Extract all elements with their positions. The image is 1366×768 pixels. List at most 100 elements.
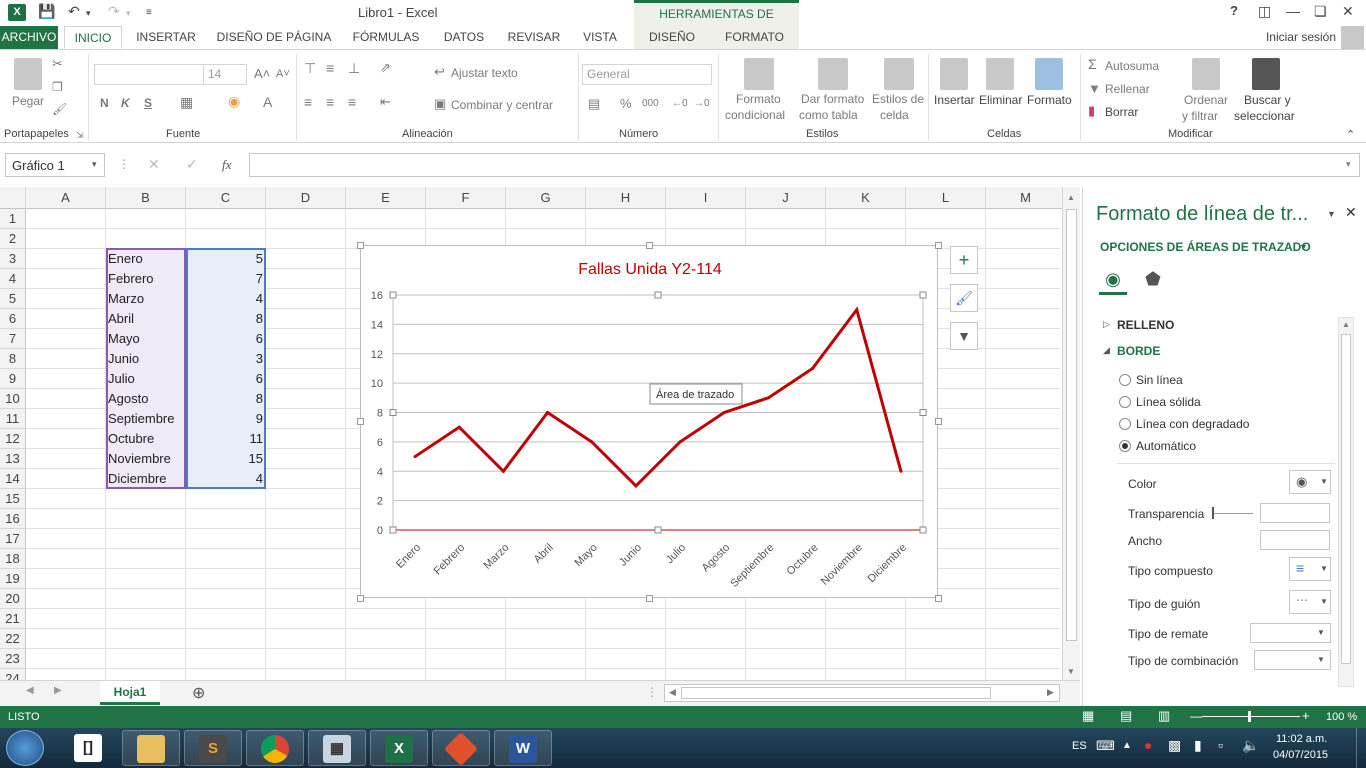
restore-button[interactable]: ❏ (1314, 3, 1327, 20)
resize-handle[interactable] (357, 418, 364, 425)
decrease-decimal-icon[interactable]: →0 (694, 98, 710, 109)
name-box[interactable]: Gráfico 1 (5, 153, 105, 177)
cell-month[interactable]: Septiembre (108, 409, 174, 429)
grow-font-icon[interactable]: A˄ (254, 66, 270, 81)
radio-gradient-line[interactable] (1119, 418, 1131, 430)
row-header-18[interactable]: 18 (0, 549, 26, 569)
cap-type-dropdown[interactable]: ▼ (1250, 623, 1331, 643)
format-as-table-icon[interactable] (818, 58, 848, 90)
column-header-a[interactable]: A (26, 187, 106, 209)
row-header-2[interactable]: 2 (0, 229, 26, 249)
sort-filter-icon[interactable] (1192, 58, 1220, 90)
copy-icon[interactable]: ❐ (52, 80, 63, 94)
effects-tab-pentagon-icon[interactable]: ⬟ (1139, 269, 1167, 295)
scroll-thumb[interactable] (1341, 334, 1351, 664)
cut-icon[interactable]: ✂ (52, 56, 63, 72)
taskbar-app-terminal[interactable]: [] (60, 730, 118, 766)
minimize-button[interactable]: — (1286, 3, 1300, 19)
resize-handle[interactable] (646, 595, 653, 602)
page-layout-view-icon[interactable]: ▤ (1120, 708, 1132, 724)
taskbar-app-sublime[interactable]: S (184, 730, 242, 766)
page-break-view-icon[interactable]: ▥ (1158, 708, 1170, 724)
conditional-format-icon[interactable] (744, 58, 774, 90)
cell-month[interactable]: Mayo (108, 329, 140, 349)
name-box-dropdown-icon[interactable]: ▾ (92, 159, 97, 170)
cell-value[interactable]: 15 (188, 449, 263, 469)
row-header-5[interactable]: 5 (0, 289, 26, 309)
redo-icon[interactable]: ↷ (108, 3, 120, 20)
transparency-slider-thumb[interactable] (1212, 507, 1214, 519)
fill-line-tab-icon[interactable]: ◉ (1099, 269, 1127, 295)
enter-icon[interactable]: ✓ (186, 156, 198, 173)
row-header-10[interactable]: 10 (0, 389, 26, 409)
show-desktop-button[interactable] (1356, 728, 1366, 768)
resize-handle[interactable] (646, 242, 653, 249)
cell-month[interactable]: Octubre (108, 429, 154, 449)
conditional-format-line1[interactable]: Formato (736, 92, 781, 106)
row-header-3[interactable]: 3 (0, 249, 26, 269)
taskbar-app-excel[interactable]: X (370, 730, 428, 766)
normal-view-icon[interactable]: ▦ (1082, 708, 1094, 724)
row-header-23[interactable]: 23 (0, 649, 26, 669)
row-header-9[interactable]: 9 (0, 369, 26, 389)
transparency-spinner[interactable] (1260, 503, 1330, 523)
row-header-7[interactable]: 7 (0, 329, 26, 349)
network-icon[interactable]: ▩ (1168, 737, 1181, 754)
radio-solid-line-label[interactable]: Línea sólida (1136, 395, 1201, 409)
resize-handle[interactable] (935, 242, 942, 249)
chart-styles-brush-icon[interactable]: 🖌 (950, 284, 978, 312)
formula-input[interactable] (249, 153, 1360, 177)
zoom-level[interactable]: 100 % (1326, 711, 1357, 723)
column-header-j[interactable]: J (746, 187, 826, 209)
ribbon-display-icon[interactable]: ◫ (1258, 3, 1271, 20)
row-header-14[interactable]: 14 (0, 469, 26, 489)
font-color-icon[interactable]: A (263, 94, 272, 110)
borders-icon[interactable]: ▦ (180, 94, 193, 111)
resize-handle[interactable] (357, 595, 364, 602)
help-button[interactable]: ? (1230, 3, 1238, 18)
language-indicator[interactable]: ES (1072, 740, 1087, 752)
italic-button[interactable]: K (121, 96, 130, 110)
cell-month[interactable]: Abril (108, 309, 134, 329)
comma-icon[interactable]: 000 (642, 98, 659, 109)
zoom-slider[interactable] (1202, 716, 1300, 717)
clock-time[interactable]: 11:02 a.m. (1276, 733, 1327, 745)
save-icon[interactable]: 💾 (38, 3, 55, 20)
redo-dropdown-icon[interactable]: ▾ (126, 8, 131, 19)
taskbar-app-word[interactable]: W (494, 730, 552, 766)
bold-button[interactable]: N (100, 96, 109, 110)
resize-handle[interactable] (935, 595, 942, 602)
zoom-slider-thumb[interactable] (1248, 711, 1251, 722)
underline-button[interactable]: S (144, 96, 152, 110)
cell-value[interactable]: 5 (188, 249, 263, 269)
cell-value[interactable]: 6 (188, 369, 263, 389)
scroll-up-icon[interactable]: ▲ (1067, 193, 1075, 202)
fill-section-header[interactable]: RELLENO (1117, 318, 1174, 332)
row-header-16[interactable]: 16 (0, 509, 26, 529)
sign-in-link[interactable]: Iniciar sesión (1266, 30, 1336, 44)
tab-format[interactable]: FORMATO (710, 26, 799, 49)
cell-styles-line2[interactable]: celda (880, 108, 909, 122)
undo-dropdown-icon[interactable]: ▾ (86, 8, 91, 19)
wrap-text-button[interactable]: Ajustar texto (451, 66, 518, 80)
column-header-c[interactable]: C (186, 187, 266, 209)
vertical-scrollbar[interactable]: ▲ ▼ (1062, 187, 1080, 680)
tray-expand-icon[interactable]: ▲ (1122, 740, 1132, 751)
collapse-ribbon-icon[interactable]: ⌃ (1346, 128, 1355, 141)
tab-file[interactable]: ARCHIVO (0, 26, 58, 49)
battery-icon[interactable]: ▮ (1194, 737, 1202, 754)
clipboard-launcher-icon[interactable]: ⇲ (76, 130, 84, 141)
row-header-13[interactable]: 13 (0, 449, 26, 469)
row-header-22[interactable]: 22 (0, 629, 26, 649)
border-section-header[interactable]: BORDE (1117, 344, 1160, 358)
taskbar-app-explorer[interactable] (122, 730, 180, 766)
fill-color-icon[interactable]: ◉ (228, 93, 240, 110)
chart-filter-icon[interactable]: ▼ (950, 322, 978, 350)
new-sheet-button[interactable]: ⊕ (192, 683, 205, 703)
wrap-text-icon[interactable]: ↩ (434, 64, 445, 80)
horizontal-scrollbar[interactable]: ◀ ▶ (664, 684, 1060, 702)
scroll-right-icon[interactable]: ▶ (1047, 687, 1054, 698)
tab-insert[interactable]: INSERTAR (130, 26, 202, 49)
expand-formula-icon[interactable]: ▾ (1346, 159, 1351, 170)
cell-value[interactable]: 8 (188, 309, 263, 329)
